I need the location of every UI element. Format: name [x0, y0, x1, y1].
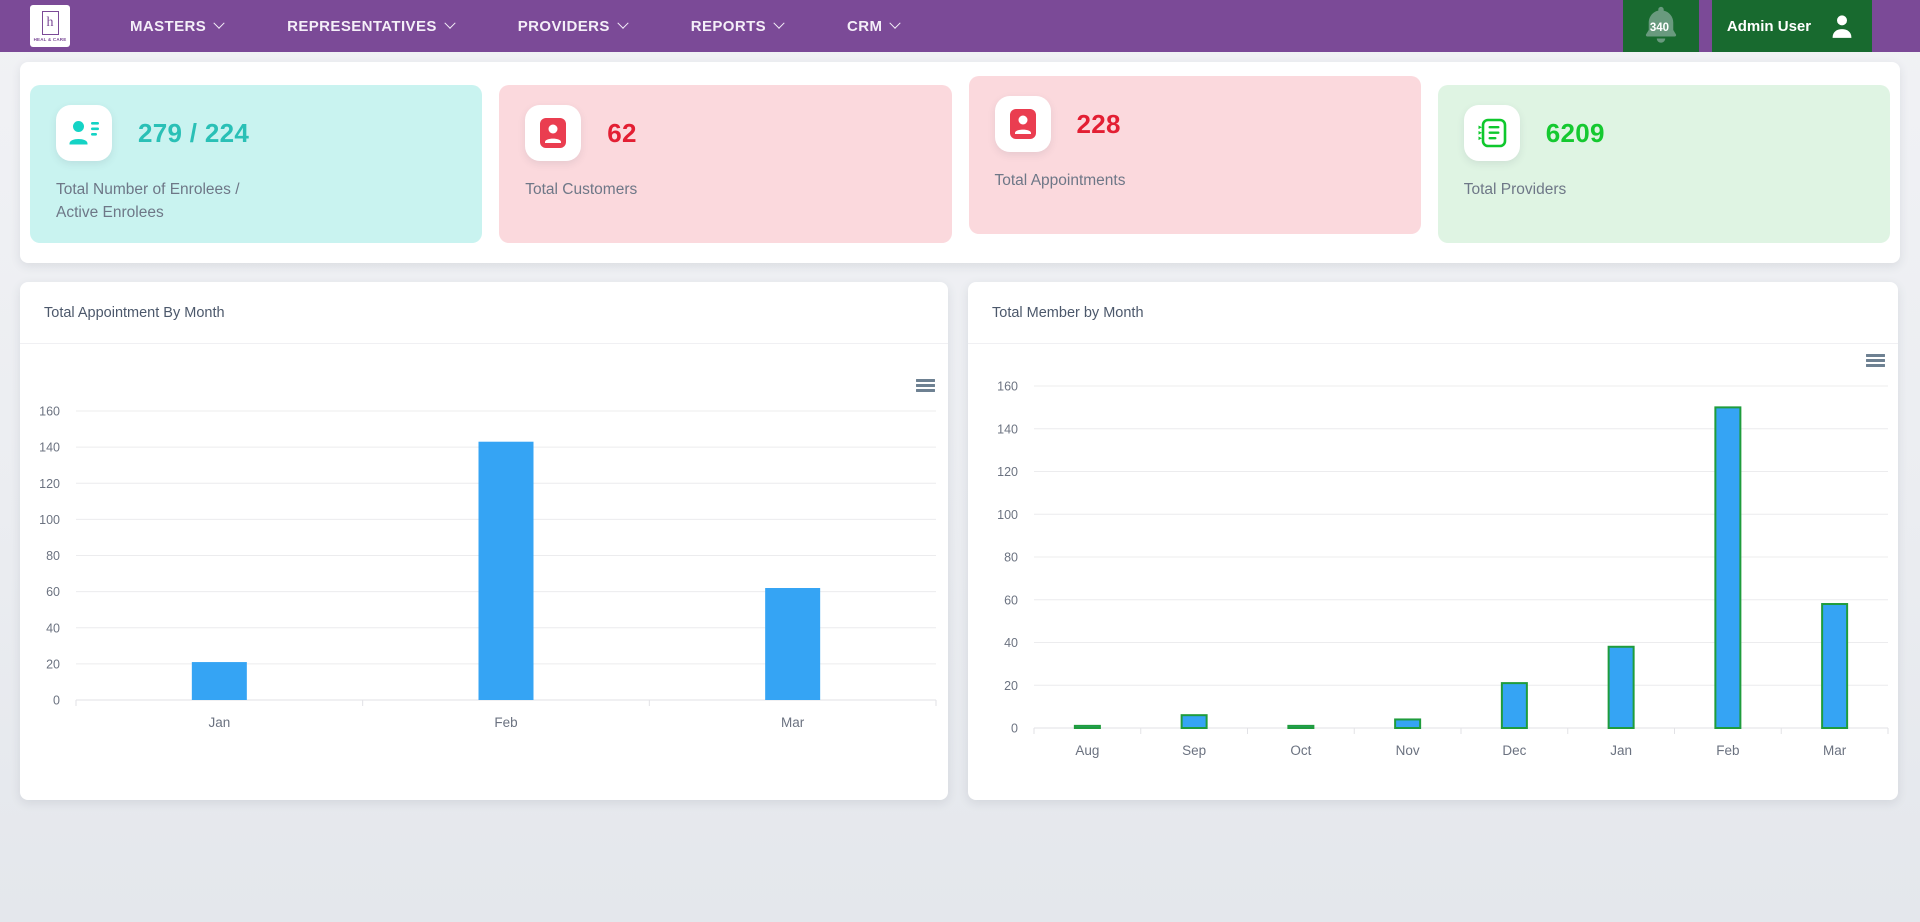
y-axis-tick-label: 80 — [1004, 551, 1018, 565]
stat-label: Total Appointments — [995, 169, 1395, 192]
y-axis-tick-label: 40 — [46, 621, 60, 635]
user-name: Admin User — [1727, 18, 1811, 35]
chart-bar-feb[interactable] — [1715, 407, 1740, 728]
chart-bar-feb[interactable] — [479, 442, 534, 700]
notification-count-badge: 340 — [1650, 22, 1669, 34]
icon-box — [56, 105, 112, 161]
contact-card-icon — [539, 117, 567, 149]
chart-bar-mar[interactable] — [1822, 604, 1847, 728]
menu-label: CRM — [847, 18, 882, 35]
menu-item-reports[interactable]: REPORTS — [691, 18, 783, 35]
x-axis-category-label: Jan — [1610, 743, 1632, 758]
y-axis-tick-label: 60 — [46, 585, 60, 599]
menu-item-masters[interactable]: MASTERS — [130, 18, 223, 35]
chart-title: Total Member by Month — [992, 305, 1144, 321]
users-list-icon — [68, 118, 100, 148]
chart-bar-jan[interactable] — [192, 662, 247, 700]
y-axis-tick-label: 40 — [1004, 636, 1018, 650]
y-axis-tick-label: 160 — [997, 380, 1018, 394]
contact-card-icon — [1009, 108, 1037, 140]
stat-label: Total Customers — [525, 178, 925, 201]
user-icon — [1827, 11, 1857, 41]
y-axis-tick-label: 0 — [53, 694, 60, 708]
chevron-down-icon — [773, 18, 784, 29]
stat-card-appointments[interactable]: 228 Total Appointments — [969, 76, 1421, 234]
stat-card-customers[interactable]: 62 Total Customers — [499, 85, 951, 243]
chart-card-appointments-by-month: Total Appointment By Month 0 20 40 60 80 100 1… — [20, 282, 948, 800]
stat-value: 279 / 224 — [138, 118, 249, 149]
chart-bar-oct[interactable] — [1288, 726, 1313, 728]
menu-item-crm[interactable]: CRM — [847, 18, 899, 35]
stats-panel: 279 / 224 Total Number of Enrolees / Act… — [20, 62, 1900, 263]
y-axis-tick-label: 140 — [39, 441, 60, 455]
bar-chart-appointments: 0 20 40 60 80 100 120 140 160 Jan Feb Mar — [20, 344, 948, 800]
chart-bar-mar[interactable] — [765, 588, 820, 700]
chevron-down-icon — [617, 18, 628, 29]
y-axis-tick-label: 0 — [1011, 722, 1018, 736]
stat-value: 6209 — [1546, 118, 1605, 149]
chart-menu-icon[interactable] — [1866, 354, 1885, 370]
x-axis-category-label: Oct — [1290, 743, 1311, 758]
menu-item-providers[interactable]: PROVIDERS — [518, 18, 627, 35]
icon-box — [995, 96, 1051, 152]
menu-label: MASTERS — [130, 18, 206, 35]
main-menu: MASTERS REPRESENTATIVES PROVIDERS REPORT… — [130, 0, 899, 52]
navbar-right: 340 Admin User — [1623, 0, 1872, 52]
icon-box — [525, 105, 581, 161]
stat-value: 228 — [1077, 109, 1121, 140]
clipboard-list-icon — [1476, 117, 1508, 149]
y-axis-tick-label: 120 — [39, 477, 60, 491]
chevron-down-icon — [890, 18, 901, 29]
menu-label: PROVIDERS — [518, 18, 610, 35]
icon-box — [1464, 105, 1520, 161]
notifications-button[interactable]: 340 — [1623, 0, 1699, 52]
y-axis-tick-label: 100 — [997, 508, 1018, 522]
logo-subtext: HEAL & CARE — [34, 37, 67, 42]
menu-item-representatives[interactable]: REPRESENTATIVES — [287, 18, 454, 35]
x-axis-category-label: Jan — [208, 715, 230, 730]
y-axis-tick-label: 20 — [1004, 679, 1018, 693]
top-navbar: h HEAL & CARE MASTERS REPRESENTATIVES PR… — [0, 0, 1920, 52]
x-axis-category-label: Nov — [1396, 743, 1420, 758]
x-axis-category-label: Sep — [1182, 743, 1206, 758]
chart-card-members-by-month: Total Member by Month 0 20 40 60 80 100 120 140… — [968, 282, 1898, 800]
x-axis-category-label: Feb — [1716, 743, 1739, 758]
chart-bar-aug[interactable] — [1075, 726, 1100, 728]
app-logo[interactable]: h HEAL & CARE — [30, 5, 70, 47]
chevron-down-icon — [444, 18, 455, 29]
chart-bar-jan[interactable] — [1609, 647, 1634, 728]
chevron-down-icon — [213, 18, 224, 29]
chart-header: Total Member by Month — [968, 282, 1898, 344]
y-axis-tick-label: 80 — [46, 549, 60, 563]
charts-row: Total Appointment By Month 0 20 40 60 80 100 1… — [20, 282, 1900, 800]
stat-card-providers[interactable]: 6209 Total Providers — [1438, 85, 1890, 243]
user-menu-button[interactable]: Admin User — [1712, 0, 1872, 52]
bar-chart-members: 0 20 40 60 80 100 120 140 160 Aug Sep Oct Nov Dec Jan F… — [968, 344, 1898, 800]
chart-header: Total Appointment By Month — [20, 282, 948, 344]
chart-bar-sep[interactable] — [1182, 715, 1207, 728]
y-axis-tick-label: 100 — [39, 513, 60, 527]
logo-letter: h — [42, 11, 59, 35]
stat-card-enrolees[interactable]: 279 / 224 Total Number of Enrolees / Act… — [30, 85, 482, 243]
stat-value: 62 — [607, 118, 637, 149]
y-axis-tick-label: 120 — [997, 465, 1018, 479]
x-axis-category-label: Mar — [1823, 743, 1847, 758]
stat-label: Total Providers — [1464, 178, 1864, 201]
y-axis-tick-label: 60 — [1004, 593, 1018, 607]
chart-bar-dec[interactable] — [1502, 683, 1527, 728]
x-axis-category-label: Mar — [781, 715, 805, 730]
chart-title: Total Appointment By Month — [44, 305, 225, 321]
y-axis-tick-label: 20 — [46, 657, 60, 671]
stat-label: Total Number of Enrolees / Active Enrole… — [56, 178, 456, 225]
menu-label: REPRESENTATIVES — [287, 18, 437, 35]
chart-menu-icon[interactable] — [916, 379, 935, 395]
menu-label: REPORTS — [691, 18, 766, 35]
y-axis-tick-label: 140 — [997, 422, 1018, 436]
chart-bar-nov[interactable] — [1395, 719, 1420, 728]
y-axis-tick-label: 160 — [39, 405, 60, 419]
x-axis-category-label: Aug — [1075, 743, 1099, 758]
x-axis-category-label: Feb — [494, 715, 517, 730]
x-axis-category-label: Dec — [1502, 743, 1526, 758]
